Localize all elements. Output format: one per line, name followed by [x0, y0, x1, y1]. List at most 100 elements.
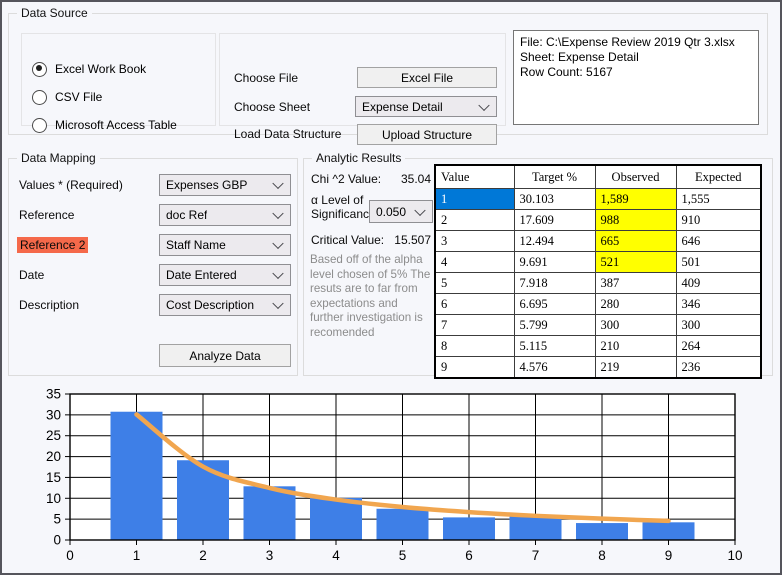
results-table[interactable]: Value Target % Observed Expected 1 30.103 1,58…	[434, 164, 762, 379]
reference2-highlight: Reference 2	[17, 237, 89, 253]
radio-label: Microsoft Access Table	[55, 118, 177, 132]
bar	[642, 522, 695, 540]
data-mapping-group: Data Mapping Values * (Required) Expense…	[8, 151, 298, 376]
table-row[interactable]: 7 5.799 300 300	[434, 314, 762, 336]
radio-csv-file[interactable]: CSV File	[32, 89, 102, 105]
bar	[576, 523, 628, 540]
radio-selected-icon[interactable]	[32, 61, 47, 77]
cell-target[interactable]: 17.609	[513, 209, 596, 231]
cell-expected[interactable]: 646	[675, 230, 762, 252]
cell-observed[interactable]: 219	[594, 356, 677, 379]
cell-target[interactable]: 7.918	[513, 272, 596, 294]
x-tick-label: 4	[332, 548, 340, 563]
column-header[interactable]: Value	[434, 164, 515, 189]
x-tick-label: 10	[727, 548, 742, 563]
values-select[interactable]: Expenses GBP	[159, 174, 291, 196]
reference-label: Reference	[19, 208, 75, 222]
bar	[310, 497, 362, 540]
table-row[interactable]: 2 17.609 988 910	[434, 209, 762, 231]
analyze-data-button[interactable]: Analyze Data	[159, 344, 291, 367]
source-type-panel: Excel Work Book CSV File Microsoft Acces…	[21, 33, 216, 133]
column-header[interactable]: Expected	[675, 164, 762, 189]
cell-value[interactable]: 4	[434, 251, 515, 273]
cell-observed[interactable]: 521	[594, 251, 677, 273]
cell-value[interactable]: 7	[434, 314, 515, 336]
bar	[376, 508, 429, 540]
cell-observed[interactable]: 988	[594, 209, 677, 231]
chevron-down-icon	[478, 99, 490, 111]
cell-target[interactable]: 5.115	[513, 335, 596, 357]
benford-chart: 0 5 10 15 20 25 30 35 0 1 2 3 4 5 6 7 8 9 10	[14, 378, 770, 570]
radio-unselected-icon[interactable]	[32, 117, 47, 133]
table-row[interactable]: 3 12.494 665 646	[434, 230, 762, 252]
sheet-select[interactable]: Expense Detail	[355, 96, 497, 117]
data-source-title: Data Source	[17, 6, 92, 20]
cell-value[interactable]: 2	[434, 209, 515, 231]
analytic-results-title: Analytic Results	[312, 151, 406, 165]
cell-observed[interactable]: 280	[594, 293, 677, 315]
radio-access-table[interactable]: Microsoft Access Table	[32, 117, 177, 133]
file-info-rowcount: Row Count: 5167	[520, 65, 613, 79]
reference-select[interactable]: doc Ref	[159, 204, 291, 226]
excel-file-button[interactable]: Excel File	[357, 67, 497, 88]
x-tick-label: 1	[133, 548, 141, 563]
cell-observed[interactable]: 665	[594, 230, 677, 252]
choose-sheet-label: Choose Sheet	[234, 100, 311, 114]
chi-squared-value: 35.04	[400, 172, 431, 186]
cell-observed[interactable]: 387	[594, 272, 677, 294]
alpha-label-line2: Significance	[311, 207, 376, 221]
x-tick-label: 3	[266, 548, 274, 563]
table-row[interactable]: 5 7.918 387 409	[434, 272, 762, 294]
cell-observed[interactable]: 300	[594, 314, 677, 336]
cell-expected[interactable]: 1,555	[675, 188, 762, 210]
reference2-select[interactable]: Staff Name	[159, 234, 291, 256]
cell-observed[interactable]: 1,589	[594, 188, 677, 210]
upload-structure-button[interactable]: Upload Structure	[357, 124, 497, 145]
cell-target[interactable]: 30.103	[513, 188, 596, 210]
cell-value[interactable]: 3	[434, 230, 515, 252]
cell-expected[interactable]: 300	[675, 314, 762, 336]
radio-excel-workbook[interactable]: Excel Work Book	[32, 61, 146, 77]
table-row[interactable]: 4 9.691 521 501	[434, 251, 762, 273]
bar	[443, 517, 495, 540]
cell-target[interactable]: 6.695	[513, 293, 596, 315]
column-header[interactable]: Target %	[513, 164, 596, 189]
chevron-down-icon	[272, 297, 284, 310]
cell-expected[interactable]: 236	[675, 356, 762, 379]
y-tick-label: 35	[46, 387, 61, 402]
cell-value[interactable]: 5	[434, 272, 515, 294]
alpha-select[interactable]: 0.050	[369, 200, 433, 223]
column-header[interactable]: Observed	[594, 164, 677, 189]
reference2-label: Reference 2	[17, 237, 89, 253]
date-select[interactable]: Date Entered	[159, 264, 291, 286]
table-row[interactable]: 6 6.695 280 346	[434, 293, 762, 315]
cell-value[interactable]: 9	[434, 356, 515, 379]
cell-target[interactable]: 9.691	[513, 251, 596, 273]
cell-target[interactable]: 4.576	[513, 356, 596, 379]
data-source-group: Data Source Excel Work Book CSV File Mic…	[8, 6, 768, 145]
description-select[interactable]: Cost Description	[159, 294, 291, 316]
results-table-body: Value Target % Observed Expected 1 30.103 1,58…	[434, 164, 762, 379]
cell-observed[interactable]: 210	[594, 335, 677, 357]
cell-value[interactable]: 8	[434, 335, 515, 357]
table-row[interactable]: 8 5.115 210 264	[434, 335, 762, 357]
cell-target[interactable]: 5.799	[513, 314, 596, 336]
cell-expected[interactable]: 346	[675, 293, 762, 315]
table-row[interactable]: 1 30.103 1,589 1,555	[434, 188, 762, 210]
cell-value[interactable]: 6	[434, 293, 515, 315]
cell-value[interactable]: 1	[434, 188, 515, 210]
analysis-note: Based off of the alpha level chosen of 5…	[310, 253, 431, 339]
cell-expected[interactable]: 501	[675, 251, 762, 273]
x-tick-label: 8	[598, 548, 606, 563]
y-tick-label: 0	[53, 533, 61, 548]
table-row[interactable]: 9 4.576 219 236	[434, 356, 762, 379]
cell-expected[interactable]: 264	[675, 335, 762, 357]
date-label: Date	[19, 268, 45, 282]
x-tick-label: 2	[199, 548, 207, 563]
radio-label: Excel Work Book	[55, 62, 147, 76]
cell-expected[interactable]: 409	[675, 272, 762, 294]
cell-expected[interactable]: 910	[675, 209, 762, 231]
radio-unselected-icon[interactable]	[32, 89, 47, 105]
cell-target[interactable]: 12.494	[513, 230, 596, 252]
chevron-down-icon	[272, 207, 284, 220]
